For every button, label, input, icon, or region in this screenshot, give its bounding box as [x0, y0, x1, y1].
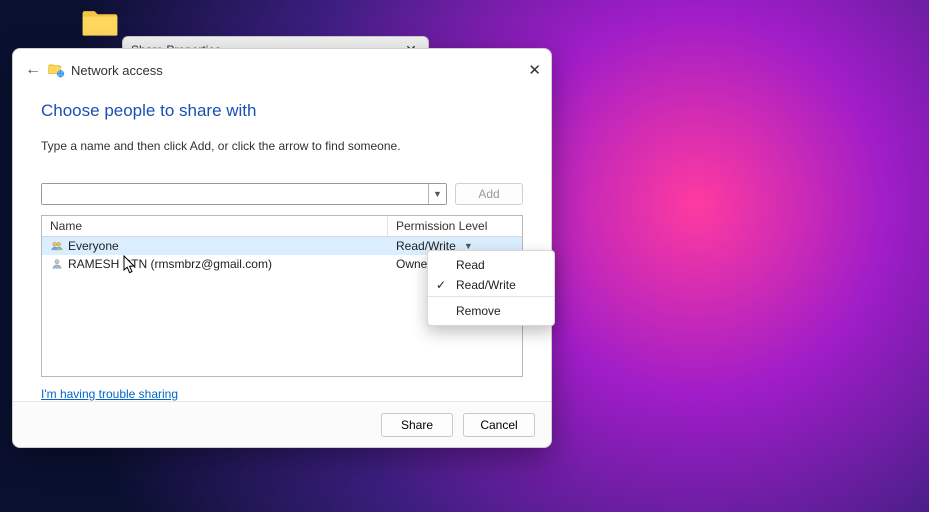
row-name-label: RAMESH RTN (rmsmbrz@gmail.com) [68, 257, 272, 271]
network-folder-icon [47, 61, 65, 79]
page-subtext: Type a name and then click Add, or click… [41, 139, 523, 153]
dialog-body: Choose people to share with Type a name … [13, 91, 551, 401]
column-permission[interactable]: Permission Level [388, 216, 522, 236]
column-name[interactable]: Name [42, 216, 388, 236]
group-icon [50, 239, 64, 253]
back-button[interactable]: ← [25, 61, 47, 79]
row-name-cell: Everyone [42, 238, 388, 254]
menu-item-remove[interactable]: Remove [428, 301, 554, 321]
checkmark-icon: ✓ [436, 278, 446, 292]
cancel-button[interactable]: Cancel [463, 413, 535, 437]
dialog-footer: Share Cancel [13, 401, 551, 447]
table-header: Name Permission Level [42, 216, 522, 237]
menu-item-label: Read/Write [456, 278, 516, 292]
dialog-titlebar: ← Network access ✕ [13, 49, 551, 91]
add-people-row: ▼ Add [41, 183, 523, 205]
menu-item-label: Remove [456, 304, 501, 318]
close-button[interactable]: ✕ [515, 61, 541, 79]
people-combobox[interactable]: ▼ [41, 183, 447, 205]
network-access-dialog: ← Network access ✕ Choose people to shar… [12, 48, 552, 448]
user-icon [50, 257, 64, 271]
menu-item-read[interactable]: Read [428, 255, 554, 275]
page-heading: Choose people to share with [41, 101, 523, 121]
row-name-cell: RAMESH RTN (rmsmbrz@gmail.com) [42, 256, 388, 272]
share-button[interactable]: Share [381, 413, 453, 437]
chevron-down-icon[interactable]: ▼ [428, 184, 446, 204]
permission-context-menu: Read ✓ Read/Write Remove [427, 250, 555, 326]
desktop-folder-icon[interactable] [78, 8, 122, 38]
folder-icon [81, 8, 119, 38]
help-link[interactable]: I'm having trouble sharing [41, 387, 523, 401]
add-button: Add [455, 183, 523, 205]
menu-item-label: Read [456, 258, 485, 272]
menu-item-read-write[interactable]: ✓ Read/Write [428, 275, 554, 297]
dialog-title: Network access [71, 63, 515, 78]
row-name-label: Everyone [68, 239, 119, 253]
